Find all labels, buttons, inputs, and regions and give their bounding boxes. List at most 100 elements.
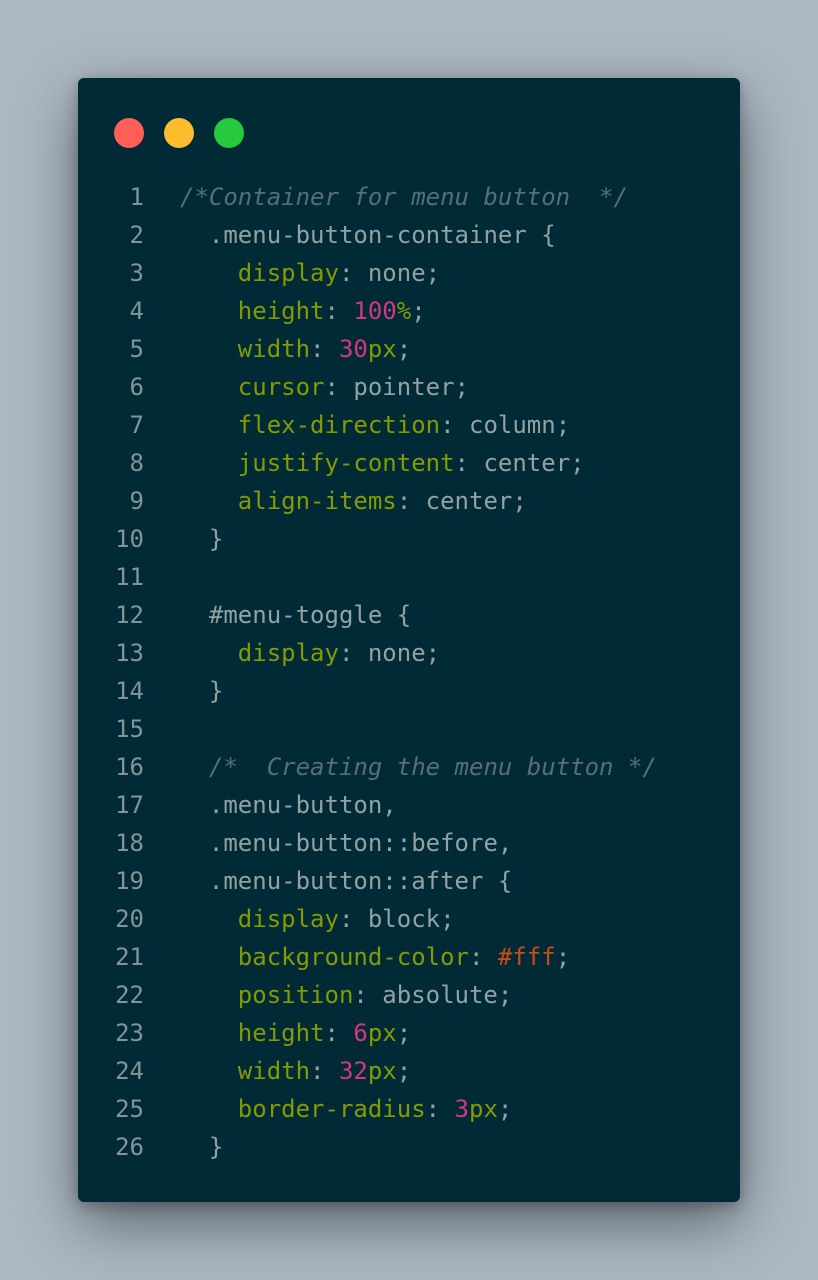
- code-token: 100: [353, 297, 397, 325]
- line-number: 16: [115, 753, 144, 781]
- code-line: 7 flex-direction: column;: [78, 406, 740, 444]
- code-text: .menu-button::before,: [180, 824, 512, 862]
- code-token: ;: [555, 943, 571, 971]
- line-number: 19: [115, 867, 144, 895]
- code-text: width: 32px;: [180, 1052, 411, 1090]
- code-line: 19 .menu-button::after {: [78, 862, 740, 900]
- code-line: 22 position: absolute;: [78, 976, 740, 1014]
- line-number: 9: [129, 487, 144, 515]
- code-line: 3 display: none;: [78, 254, 740, 292]
- maximize-window-button[interactable]: [214, 118, 244, 148]
- code-token: : center;: [396, 487, 527, 515]
- code-token: :: [310, 335, 339, 363]
- code-token: :: [468, 943, 498, 971]
- code-text: cursor: pointer;: [180, 368, 469, 406]
- code-line: 12 #menu-toggle {: [78, 596, 740, 634]
- code-token: 3: [454, 1095, 469, 1123]
- code-text: height: 100%;: [180, 292, 426, 330]
- line-number: 1: [129, 183, 144, 211]
- code-token: px: [367, 1057, 397, 1085]
- code-token: flex-direction: [237, 411, 441, 439]
- line-number: 6: [129, 373, 144, 401]
- code-line: 26 }: [78, 1128, 740, 1166]
- code-text: width: 30px;: [180, 330, 411, 368]
- line-number: 5: [129, 335, 144, 363]
- code-line: 21 background-color: #fff;: [78, 938, 740, 976]
- code-token: px: [367, 1019, 397, 1047]
- code-token: 6: [353, 1019, 368, 1047]
- code-token: :: [324, 1019, 354, 1047]
- code-token: height: [237, 297, 325, 325]
- code-token: : absolute;: [353, 981, 513, 1009]
- code-token: height: [237, 1019, 325, 1047]
- code-text: height: 6px;: [180, 1014, 411, 1052]
- code-token: }: [208, 677, 224, 705]
- code-token: .menu-button::after {: [208, 867, 513, 895]
- code-token: border-radius: [237, 1095, 426, 1123]
- code-token: width: [237, 1057, 311, 1085]
- code-text: /* Creating the menu button */: [180, 748, 657, 786]
- code-token: 32: [338, 1057, 368, 1085]
- code-token: %: [396, 297, 412, 325]
- code-text: #menu-toggle {: [180, 596, 411, 634]
- line-number: 2: [129, 221, 144, 249]
- code-token: display: [237, 639, 339, 667]
- code-token: : block;: [338, 905, 455, 933]
- code-token: 30: [338, 335, 368, 363]
- code-line: 8 justify-content: center;: [78, 444, 740, 482]
- code-line: 24 width: 32px;: [78, 1052, 740, 1090]
- code-line: 23 height: 6px;: [78, 1014, 740, 1052]
- code-text: position: absolute;: [180, 976, 513, 1014]
- code-line: 20 display: block;: [78, 900, 740, 938]
- minimize-window-button[interactable]: [164, 118, 194, 148]
- line-number: 25: [115, 1095, 144, 1123]
- code-token: : none;: [338, 259, 441, 287]
- code-token: width: [237, 335, 311, 363]
- code-token: align-items: [237, 487, 397, 515]
- code-token: /* Creating the menu button */: [208, 753, 657, 781]
- code-line: 2 .menu-button-container {: [78, 216, 740, 254]
- code-line: 15: [78, 710, 740, 748]
- code-token: /*Container for menu button */: [180, 183, 628, 211]
- code-line: 10 }: [78, 520, 740, 558]
- code-line: 1 /*Container for menu button */: [78, 178, 740, 216]
- line-number: 15: [115, 715, 144, 743]
- line-number: 13: [115, 639, 144, 667]
- line-number: 17: [115, 791, 144, 819]
- code-token: display: [237, 905, 339, 933]
- code-token: justify-content: [237, 449, 455, 477]
- close-window-button[interactable]: [114, 118, 144, 148]
- code-token: : column;: [440, 411, 571, 439]
- code-text: display: none;: [180, 634, 440, 672]
- line-number: 18: [115, 829, 144, 857]
- line-number: 12: [115, 601, 144, 629]
- code-token: : pointer;: [324, 373, 470, 401]
- code-text: .menu-button,: [180, 786, 397, 824]
- code-token: display: [237, 259, 339, 287]
- code-line: 18 .menu-button::before,: [78, 824, 740, 862]
- code-token: ;: [411, 297, 426, 325]
- code-text: }: [180, 672, 223, 710]
- code-token: :: [324, 297, 354, 325]
- code-text: }: [180, 1128, 223, 1166]
- line-number: 7: [129, 411, 144, 439]
- code-block: 1 /*Container for menu button */ 2 .menu-b…: [78, 178, 740, 1166]
- code-text: justify-content: center;: [180, 444, 585, 482]
